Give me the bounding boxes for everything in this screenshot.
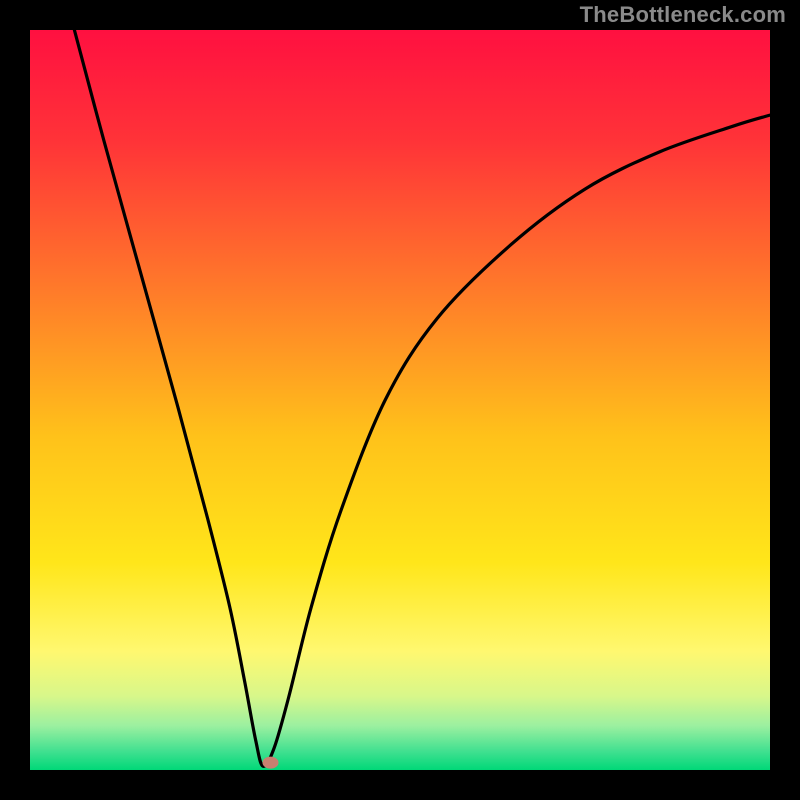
chart-frame: TheBottleneck.com bbox=[0, 0, 800, 800]
watermark-text: TheBottleneck.com bbox=[580, 2, 786, 28]
optimum-marker bbox=[263, 757, 279, 769]
bottleneck-chart bbox=[0, 0, 800, 800]
plot-background bbox=[30, 30, 770, 770]
